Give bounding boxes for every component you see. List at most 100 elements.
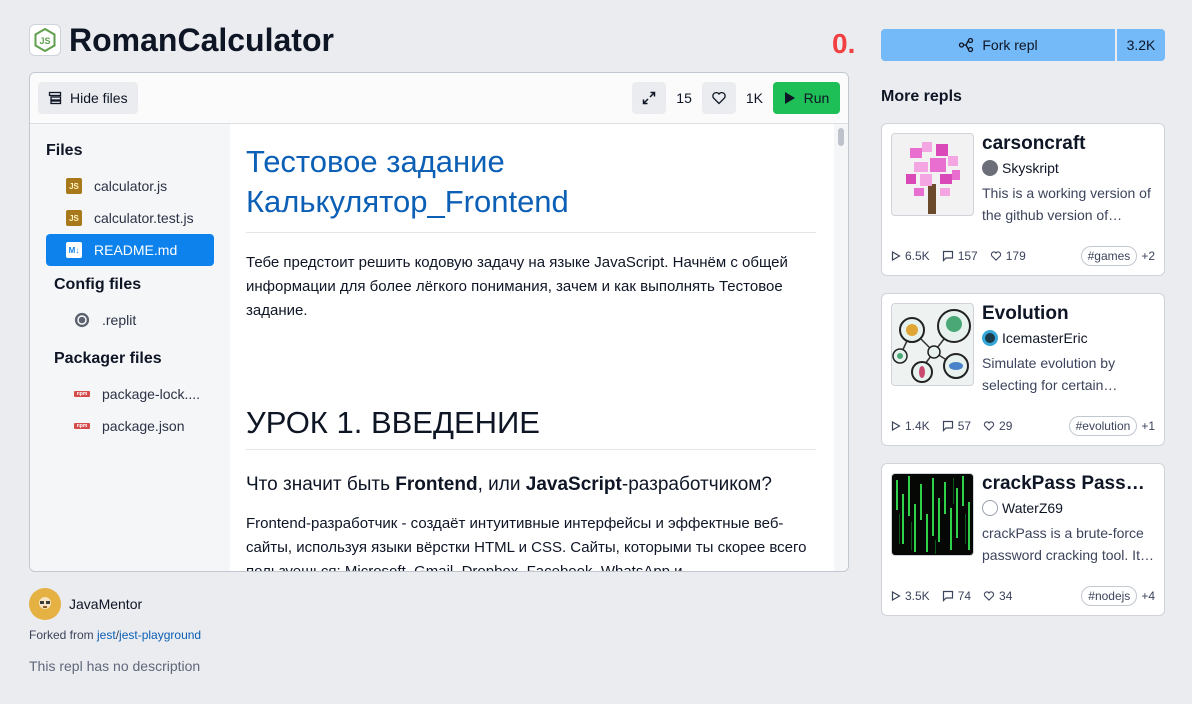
more-tags: +2 [1141, 249, 1155, 263]
repl-stats: 6.5K 157 179 #games +2 [891, 244, 1155, 268]
repl-user[interactable]: WaterZ69 [982, 500, 1063, 516]
readme-scrollbar[interactable] [834, 124, 848, 571]
question-mid: , или [477, 474, 526, 495]
repl-user[interactable]: IcemasterEric [982, 330, 1088, 346]
likes-count: 29 [999, 419, 1013, 433]
question-heading: Что значит быть Frontend, или JavaScript… [246, 474, 816, 496]
repl-tag[interactable]: #nodejs [1081, 586, 1138, 606]
readme-intro: Тебе предстоит решить кодовую задачу на … [246, 254, 788, 319]
file-name: calculator.js [94, 178, 168, 194]
file-item-calculator-js[interactable]: JS calculator.js [46, 170, 214, 202]
npm-icon: npm [74, 423, 90, 429]
runs-count: 6.5K [905, 249, 930, 263]
file-item-readme-md[interactable]: M↓ README.md [46, 234, 214, 266]
run-button[interactable]: Run [773, 82, 840, 114]
counter-text: 0. [832, 28, 856, 59]
svg-text:JS: JS [39, 36, 50, 46]
more-tags: +1 [1141, 419, 1155, 433]
comments-stat: 157 [942, 249, 978, 263]
file-item-package-lock[interactable]: npm package-lock.... [54, 378, 222, 410]
readme-body: Frontend-разработчик - создаёт интуитивн… [246, 515, 807, 571]
comment-icon [942, 590, 953, 602]
nodejs-logo-icon: JS [29, 24, 61, 56]
forked-from: Forked from jest/jest-playground [29, 628, 201, 642]
repl-tag[interactable]: #games [1080, 246, 1138, 266]
repl-user[interactable]: Skyskript [982, 160, 1059, 176]
runs-stat: 6.5K [891, 249, 930, 263]
more-tags: +4 [1141, 589, 1155, 603]
replit-config-icon [74, 312, 90, 328]
files-section-title: Files [46, 142, 83, 159]
run-label: Run [803, 90, 830, 106]
likes-count: 1K [745, 90, 763, 106]
repl-desc: This is a working version of the github … [982, 185, 1151, 223]
heart-icon [712, 91, 726, 105]
like-button[interactable] [701, 82, 736, 114]
packager-section-title: Packager files [54, 350, 162, 367]
repl-username: Skyskript [1002, 160, 1059, 176]
heart-icon [983, 591, 995, 601]
repl-title[interactable]: Evolution [982, 303, 1158, 325]
readme-preview: Тестовое задание Калькулятор_Frontend Те… [230, 124, 834, 571]
likes-stat: 29 [983, 419, 1012, 433]
repl-card-crackpass[interactable]: crackPass Passw… WaterZ69 crackPass is a… [881, 463, 1165, 616]
lesson-heading: УРОК 1. ВВЕДЕНИЕ [246, 405, 816, 450]
likes-stat: 179 [990, 249, 1026, 263]
files-icon [48, 91, 62, 105]
more-repls-title: More repls [881, 88, 962, 105]
question-post: -разработчиком? [621, 474, 772, 495]
file-name: package.json [102, 418, 185, 434]
repl-username: WaterZ69 [1002, 500, 1063, 516]
fork-repl-button[interactable]: Fork repl [881, 29, 1115, 61]
heart-icon [983, 421, 995, 431]
author-row[interactable]: JavaMentor [29, 588, 142, 620]
fullscreen-button[interactable] [632, 82, 667, 114]
repl-thumbnail [891, 303, 974, 386]
runs-stat: 1.4K [891, 419, 930, 433]
file-item-package-json[interactable]: npm package.json [54, 410, 222, 442]
comments-stat: 74 [942, 589, 971, 603]
repl-card-carsoncraft[interactable]: carsoncraft Skyskript This is a working … [881, 123, 1165, 276]
comments-count: 157 [957, 249, 978, 263]
play-icon [891, 421, 901, 431]
likes-count: 34 [999, 589, 1013, 603]
npm-icon: npm [74, 391, 90, 397]
comments-count: 57 [957, 419, 972, 433]
file-name: calculator.test.js [94, 210, 194, 226]
expand-icon [643, 91, 656, 105]
avatar [29, 588, 61, 620]
likes-count: 179 [1005, 249, 1026, 263]
fullscreen-count: 15 [676, 90, 692, 106]
fork-count[interactable]: 3.2K [1117, 29, 1165, 61]
editor-toolbar: Hide files 15 1K Run [30, 73, 848, 124]
repl-thumbnail [891, 473, 974, 556]
repl-title[interactable]: crackPass Passw… [982, 473, 1158, 495]
forked-user-link[interactable]: jest [97, 628, 116, 642]
comments-count: 74 [957, 589, 972, 603]
readme-title-line2: Калькулятор_Frontend [246, 184, 569, 219]
file-item-replit[interactable]: .replit [54, 304, 222, 336]
repl-card-evolution[interactable]: Evolution IcemasterEric Simulate evoluti… [881, 293, 1165, 446]
likes-stat: 34 [983, 589, 1012, 603]
repl-description: This repl has no description [29, 658, 201, 674]
editor-panel: Hide files 15 1K Run Files JS calculator… [29, 72, 849, 572]
user-avatar [982, 330, 998, 346]
question-pre: Что значит быть [246, 474, 396, 495]
repl-title[interactable]: carsoncraft [982, 133, 1158, 155]
hide-files-button[interactable]: Hide files [38, 82, 138, 114]
file-name: README.md [94, 242, 178, 258]
comments-stat: 57 [942, 419, 971, 433]
file-item-calculator-test-js[interactable]: JS calculator.test.js [46, 202, 214, 234]
readme-title: Тестовое задание Калькулятор_Frontend [246, 142, 816, 233]
play-icon [784, 92, 795, 104]
question-bold-js: JavaScript [525, 474, 622, 495]
forked-repl-link[interactable]: jest-playground [119, 628, 201, 642]
comment-icon [942, 420, 953, 432]
repl-tag[interactable]: #evolution [1068, 416, 1138, 436]
scroll-thumb[interactable] [838, 128, 844, 146]
play-icon [891, 591, 901, 601]
hide-files-label: Hide files [70, 90, 128, 106]
author-name: JavaMentor [69, 596, 143, 612]
fork-icon [959, 37, 974, 53]
app-title: RomanCalculator [69, 21, 334, 58]
